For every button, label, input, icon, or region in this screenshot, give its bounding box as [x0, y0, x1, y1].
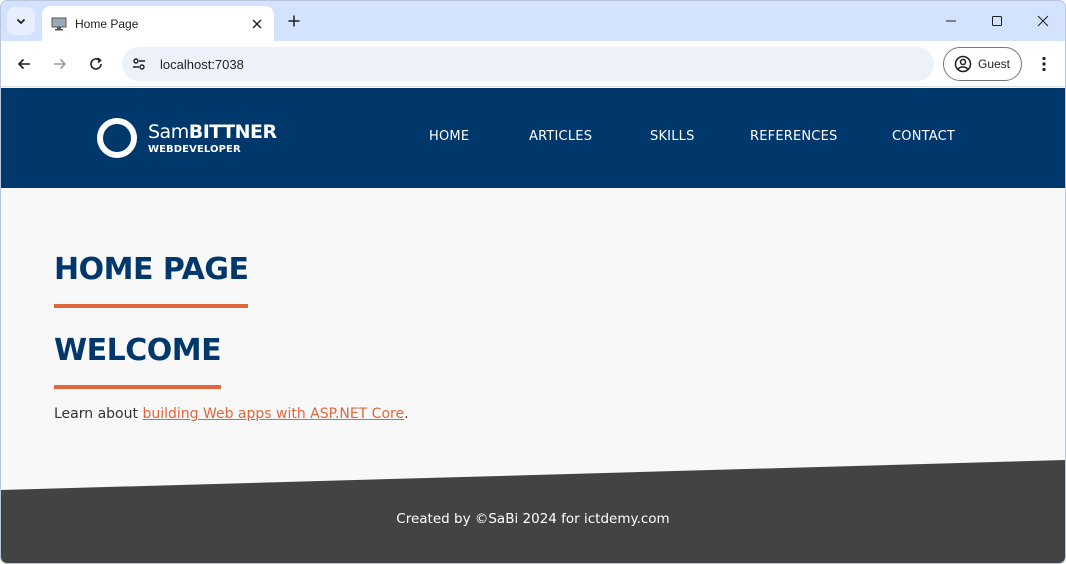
page-title-text: HOME PAGE: [54, 252, 249, 287]
tab-title: Home Page: [75, 16, 139, 31]
nav-home[interactable]: HOME: [429, 129, 469, 144]
welcome-heading: WELCOME: [54, 333, 222, 389]
minimize-button[interactable]: [938, 9, 964, 33]
logo-ring-icon: [97, 118, 137, 158]
aspnet-docs-link[interactable]: building Web apps with ASP.NET Core: [142, 406, 404, 422]
profile-label: Guest: [978, 57, 1011, 71]
logo-name: SamBITTNER: [148, 121, 277, 143]
browser-window: Home Page localhost:7038 Guest SamBITTNE…: [0, 0, 1066, 564]
logo-text: SamBITTNER WEBDEVELOPER: [148, 121, 277, 156]
arrow-left-icon: [17, 58, 30, 70]
nav-references[interactable]: REFERENCES: [750, 129, 837, 144]
forward-button[interactable]: [46, 50, 74, 78]
welcome-underline: [54, 385, 222, 389]
intro-suffix: .: [404, 406, 409, 422]
welcome-heading-block: WELCOME: [54, 333, 222, 389]
site-logo[interactable]: SamBITTNER WEBDEVELOPER: [97, 118, 277, 158]
reload-button[interactable]: [82, 50, 110, 78]
logo-last-name: BITTNER: [188, 120, 277, 143]
logo-first-name: Sam: [148, 120, 189, 143]
tab-search-button[interactable]: [7, 7, 35, 35]
chevron-down-icon: [16, 18, 26, 25]
address-bar[interactable]: localhost:7038: [122, 47, 934, 81]
maximize-button[interactable]: [984, 9, 1010, 33]
tune-icon: [133, 58, 145, 70]
site-footer: Created by ©SaBi 2024 for ictdemy.com: [1, 458, 1065, 563]
title-underline: [54, 304, 249, 308]
nav-skills[interactable]: SKILLS: [650, 129, 695, 144]
plus-icon: [288, 15, 300, 27]
intro-prefix: Learn about: [54, 406, 143, 422]
nav-contact[interactable]: CONTACT: [892, 129, 955, 144]
site-header: SamBITTNER WEBDEVELOPER HOME ARTICLES SK…: [1, 88, 1065, 188]
browser-toolbar: localhost:7038 Guest: [1, 41, 1065, 87]
logo-subtitle: WEBDEVELOPER: [148, 143, 241, 155]
maximize-icon: [992, 16, 1002, 26]
reload-icon: [90, 57, 102, 70]
url-text: localhost:7038: [160, 56, 244, 72]
intro-paragraph: Learn about building Web apps with ASP.N…: [54, 406, 409, 422]
back-button[interactable]: [10, 50, 38, 78]
page-title: HOME PAGE: [54, 252, 249, 308]
new-tab-button[interactable]: [282, 9, 306, 33]
page-viewport: SamBITTNER WEBDEVELOPER HOME ARTICLES SK…: [1, 88, 1065, 563]
tab-strip: Home Page: [1, 1, 1065, 41]
account-circle-icon: [954, 55, 972, 73]
nav-articles[interactable]: ARTICLES: [529, 129, 592, 144]
close-window-button[interactable]: [1030, 9, 1056, 33]
browser-menu-button[interactable]: [1031, 50, 1057, 78]
arrow-right-icon: [54, 58, 67, 70]
more-vert-icon: [1042, 56, 1046, 72]
close-icon: [252, 19, 262, 28]
welcome-heading-text: WELCOME: [54, 333, 222, 368]
footer-credit: Created by ©SaBi 2024 for ictdemy.com: [396, 511, 670, 527]
close-icon: [1037, 15, 1049, 27]
minimize-icon: [946, 20, 956, 22]
tab-home-page[interactable]: Home Page: [42, 6, 274, 41]
page-heading-block: HOME PAGE: [54, 252, 249, 308]
profile-button[interactable]: Guest: [943, 47, 1022, 81]
tab-close-button[interactable]: [246, 13, 268, 35]
site-info-button[interactable]: [126, 51, 152, 77]
monitor-icon: [51, 17, 67, 30]
